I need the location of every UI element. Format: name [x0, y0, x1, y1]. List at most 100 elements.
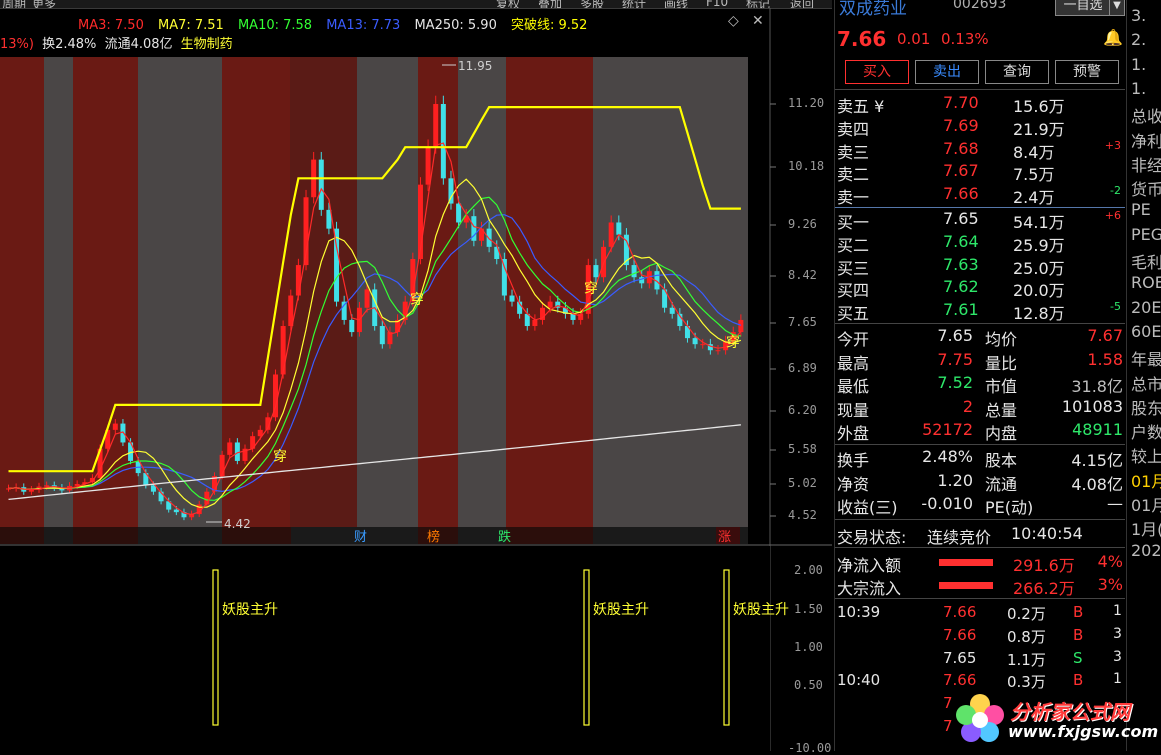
signal-label: 穿 — [410, 292, 424, 308]
stat-value: 7.65 — [937, 326, 973, 345]
bid-price: 7.62 — [943, 277, 979, 297]
stat-key: 最高 — [837, 353, 870, 373]
tick-count: 3 — [1113, 648, 1122, 665]
stat-key: 今开 — [837, 330, 870, 349]
candle-body — [456, 203, 462, 223]
candle-body — [669, 307, 675, 314]
bid-row[interactable]: 买二 7.64 25.9万 — [835, 232, 1125, 255]
fundamental-label: 货币 — [1131, 180, 1161, 200]
bid-price: 7.63 — [943, 254, 979, 274]
fundamental-label: PEG — [1131, 224, 1161, 244]
candle-body — [364, 289, 370, 308]
candle-body — [616, 222, 622, 235]
candle-body — [738, 319, 744, 333]
site-logo: 分析家公式网 www.fxjgsw.com — [950, 690, 1158, 748]
low-label: 4.42 — [224, 517, 251, 531]
ask-label: 卖一 — [837, 188, 870, 208]
signal-text: 妖股主升 — [222, 602, 278, 618]
ask-label: 卖四 — [837, 119, 870, 139]
fundamental-label: 年最 — [1131, 350, 1161, 370]
ask-row[interactable]: 卖五 ¥ 7.70 15.6万 — [835, 93, 1125, 116]
bid-price: 7.61 — [943, 300, 979, 320]
query-button[interactable]: 查询 — [985, 60, 1049, 84]
candle-body — [509, 295, 515, 302]
bid-price: 7.65 — [943, 209, 979, 228]
stat-value: 4.08亿 — [1071, 474, 1123, 494]
stat-key: PE(动) — [985, 498, 1034, 517]
stat-row: 净资 1.20 流通 4.08亿 — [835, 471, 1125, 494]
stock-name: 双成药业 — [839, 0, 907, 19]
stat-key: 外盘 — [837, 424, 870, 443]
bid-row[interactable]: 买一 7.65 54.1万 +6 — [835, 209, 1125, 232]
price-tick: 5.58 — [788, 442, 817, 456]
candle-body — [532, 319, 538, 327]
last-price: 7.66 — [837, 27, 887, 51]
candle-body — [486, 228, 492, 247]
candle-body — [112, 423, 118, 430]
watchlist-button[interactable]: 一自选 — [1055, 0, 1111, 16]
stat-row: 最低 7.52 市值 31.8亿 — [835, 373, 1125, 396]
stat-key: 总量 — [985, 400, 1018, 420]
event-label: 财 — [354, 530, 367, 545]
event-label: 榜 — [427, 529, 440, 545]
price-axis: 11.20 10.18 9.26 8.42 7.65 6.89 6.20 5.58 5.02 4.… — [780, 0, 831, 755]
ask-row[interactable]: 卖一 7.66 2.4万 -2 — [835, 184, 1125, 207]
kline-chart[interactable]: 穿穿穿穿11.954.42财榜跌涨妖股主升 妖股主升 妖股主升 — [0, 0, 832, 751]
stat-value: 7.67 — [1087, 326, 1123, 345]
tick-count: 1 — [1113, 603, 1122, 619]
stat-value: 31.8亿 — [1071, 377, 1123, 396]
flow-bar — [939, 559, 993, 566]
fundamental-label: 非经 — [1131, 155, 1161, 175]
bid-change: -5 — [1110, 300, 1121, 314]
indicator-tick: 0.50 — [794, 678, 823, 692]
stat-value: — — [1107, 494, 1123, 513]
ask-change: -2 — [1110, 184, 1121, 198]
alert-button[interactable]: 预警 — [1055, 60, 1119, 84]
fundamental-label: 1月( — [1131, 520, 1161, 540]
indicator-tick: 1.00 — [794, 640, 823, 654]
bell-icon[interactable]: 🔔 — [1103, 28, 1123, 47]
bid-label: 买二 — [837, 235, 870, 255]
chevron-down-icon[interactable]: ▼ — [1109, 0, 1125, 16]
tick-volume: 0.8万 — [1007, 627, 1046, 646]
fundamental-label: 总收 — [1131, 107, 1161, 127]
price-tick: 11.20 — [788, 96, 825, 110]
bid-row[interactable]: 买五 7.61 12.8万 -5 — [835, 300, 1125, 323]
flow-row: 净流入额 291.6万 4% — [835, 552, 1125, 575]
logo-url: www.fxjgsw.com — [1008, 722, 1159, 741]
stock-code: 002693 — [953, 0, 1007, 12]
flow-bar — [939, 582, 993, 589]
candle-body — [44, 485, 50, 487]
bid-volume: 54.1万 — [1013, 213, 1065, 232]
stat-value: 1.20 — [937, 470, 973, 490]
bid-row[interactable]: 买三 7.63 25.0万 — [835, 255, 1125, 278]
ask-volume: 15.6万 — [1013, 97, 1065, 116]
stat-key: 均价 — [985, 330, 1018, 349]
candle-body — [501, 259, 507, 296]
stat-value: -0.010 — [921, 494, 973, 513]
ask-row[interactable]: 卖四 7.69 21.9万 — [835, 116, 1125, 139]
price-tick: 7.65 — [788, 315, 817, 329]
candle-body — [700, 344, 706, 346]
price-change-pct: 0.13% — [941, 30, 989, 48]
bid-volume: 20.0万 — [1013, 281, 1065, 301]
indicator-tick: 1.50 — [794, 602, 823, 616]
stat-value: 2.48% — [922, 447, 973, 466]
tick-count: 3 — [1113, 625, 1122, 642]
tick-price: 7.66 — [943, 603, 977, 621]
bid-row[interactable]: 买四 7.62 20.0万 — [835, 277, 1125, 300]
ask-row[interactable]: 卖二 7.67 7.5万 — [835, 161, 1125, 184]
fundamental-label: PE — [1131, 200, 1151, 220]
ask-row[interactable]: 卖三 7.68 8.4万 +3 — [835, 139, 1125, 162]
candle-body — [173, 509, 179, 513]
stat-key: 现量 — [837, 400, 870, 420]
fundamental-label: 3. — [1131, 6, 1147, 25]
ask-price: 7.70 — [943, 93, 979, 112]
sell-button[interactable]: 卖出 — [915, 60, 979, 84]
ask-change: +3 — [1104, 138, 1121, 152]
price-tick: 9.26 — [788, 217, 817, 231]
buy-button[interactable]: 买入 — [845, 60, 909, 84]
fundamental-label: 净利 — [1131, 131, 1161, 151]
stat-key: 换手 — [837, 451, 870, 470]
stat-row: 现量 2 总量 101083 — [835, 397, 1125, 420]
